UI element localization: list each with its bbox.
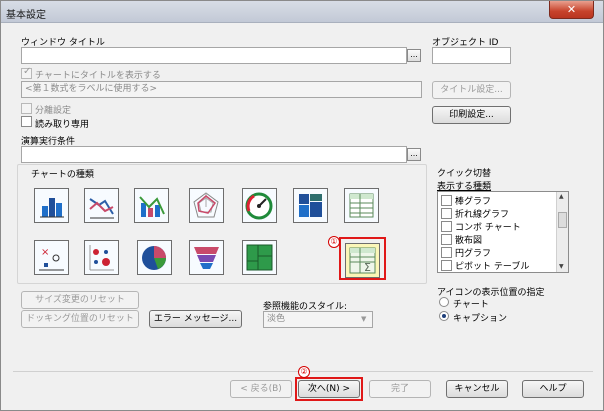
object-id-input[interactable] bbox=[432, 47, 511, 64]
list-item-checkbox[interactable] bbox=[441, 195, 452, 206]
read-only-label: 読み取り専用 bbox=[35, 120, 90, 130]
list-item[interactable]: 折れ線グラフ bbox=[441, 207, 509, 220]
radio-chart[interactable] bbox=[439, 297, 449, 307]
title-bar: 基本設定 ✕ bbox=[1, 1, 603, 23]
scroll-up-icon[interactable]: ▲ bbox=[559, 193, 564, 200]
radio-chart-label: チャート bbox=[453, 300, 489, 310]
list-item-label: 散布図 bbox=[455, 236, 483, 246]
list-item[interactable]: 棒グラフ bbox=[441, 194, 491, 207]
list-item[interactable]: ピボット テーブル bbox=[441, 259, 529, 272]
list-item[interactable]: コンボ チャート bbox=[441, 220, 521, 233]
finish-button[interactable]: 完了 bbox=[369, 380, 431, 398]
list-item-label: 折れ線グラフ bbox=[455, 210, 510, 220]
quick-change-label: クイック切替 bbox=[437, 169, 492, 179]
list-scrollbar[interactable]: ▲ ▼ bbox=[556, 192, 568, 272]
reset-size-button[interactable]: サイズ変更のリセット bbox=[21, 291, 139, 309]
calc-condition-input[interactable] bbox=[21, 146, 407, 163]
combo-chart-icon[interactable] bbox=[134, 188, 169, 223]
radio-caption-label: キャプション bbox=[453, 314, 508, 324]
quick-change-list[interactable]: 棒グラフ 折れ線グラフ コンボ チャート 散布図 円グラフ ピボット テーブル … bbox=[437, 191, 569, 273]
list-item-checkbox[interactable] bbox=[441, 234, 452, 245]
step-marker-2: ② bbox=[298, 366, 310, 378]
list-item-checkbox[interactable] bbox=[441, 221, 452, 232]
gauge-chart-icon[interactable] bbox=[242, 188, 277, 223]
reference-style-value: 淡色 bbox=[267, 314, 286, 324]
reference-style-select[interactable]: 淡色 ▼ bbox=[263, 311, 373, 328]
cancel-button[interactable]: キャンセル bbox=[446, 380, 508, 398]
scroll-down-icon[interactable]: ▼ bbox=[559, 263, 564, 270]
grid-table-icon[interactable] bbox=[344, 188, 379, 223]
print-settings-button[interactable]: 印刷設定... bbox=[432, 106, 511, 124]
chart-type-label: チャートの種類 bbox=[29, 167, 96, 180]
list-item-checkbox[interactable] bbox=[441, 247, 452, 258]
read-only-checkbox[interactable] bbox=[21, 116, 32, 127]
window-title: 基本設定 bbox=[6, 10, 46, 21]
radio-caption[interactable] bbox=[439, 311, 449, 321]
window-title-input[interactable] bbox=[21, 47, 407, 64]
list-item[interactable]: 円グラフ bbox=[441, 246, 491, 259]
scatter-chart-icon[interactable]: × bbox=[34, 240, 69, 275]
window-title-browse-button[interactable]: ... bbox=[407, 49, 421, 62]
list-item[interactable]: 散布図 bbox=[441, 233, 482, 246]
back-button[interactable]: < 戻る(B) bbox=[230, 380, 292, 398]
reset-docking-button[interactable]: ドッキング位置のリセット bbox=[21, 310, 139, 328]
step-marker-1: ① bbox=[328, 236, 340, 248]
block-chart-icon[interactable] bbox=[242, 240, 277, 275]
bar-chart-icon[interactable] bbox=[34, 188, 69, 223]
error-message-button[interactable]: エラー メッセージ... bbox=[149, 310, 242, 328]
detach-label: 分離設定 bbox=[35, 106, 72, 116]
list-item-label: 円グラフ bbox=[455, 249, 492, 259]
next-button-highlight bbox=[295, 377, 363, 401]
list-item-label: ピボット テーブル bbox=[455, 262, 530, 272]
close-button[interactable]: ✕ bbox=[549, 1, 594, 19]
svg-text:×: × bbox=[41, 247, 49, 258]
detach-checkbox[interactable] bbox=[21, 103, 32, 114]
pie-chart-icon[interactable] bbox=[137, 240, 172, 275]
line-chart-icon[interactable] bbox=[84, 188, 119, 223]
list-item-checkbox[interactable] bbox=[441, 208, 452, 219]
radar-chart-icon[interactable] bbox=[189, 188, 224, 223]
funnel-chart-icon[interactable] bbox=[189, 240, 224, 275]
radio-selected-dot bbox=[442, 314, 446, 318]
scroll-thumb[interactable] bbox=[558, 212, 567, 228]
dialog-window: 基本設定 ✕ ウィンドウ タイトル ... オブジェクト ID ✓ チャートにタ… bbox=[0, 0, 604, 411]
calc-condition-browse-button[interactable]: ... bbox=[407, 148, 421, 161]
grid-chart-icon[interactable] bbox=[84, 240, 119, 275]
list-item-checkbox[interactable] bbox=[441, 260, 452, 271]
selected-chart-highlight bbox=[339, 237, 386, 280]
chevron-down-icon: ▼ bbox=[361, 315, 367, 323]
show-title-checkbox[interactable]: ✓ bbox=[21, 66, 32, 79]
title-settings-button[interactable]: タイトル設定... bbox=[432, 81, 511, 99]
show-title-label: チャートにタイトルを表示する bbox=[35, 71, 161, 81]
title-formula-input[interactable]: <第１数式をラベルに使用する> bbox=[21, 81, 422, 98]
list-item-label: コンボ チャート bbox=[455, 223, 521, 233]
help-button[interactable]: ヘルプ bbox=[522, 380, 584, 398]
list-item-label: 棒グラフ bbox=[455, 197, 492, 207]
mekko-chart-icon[interactable] bbox=[293, 188, 328, 223]
